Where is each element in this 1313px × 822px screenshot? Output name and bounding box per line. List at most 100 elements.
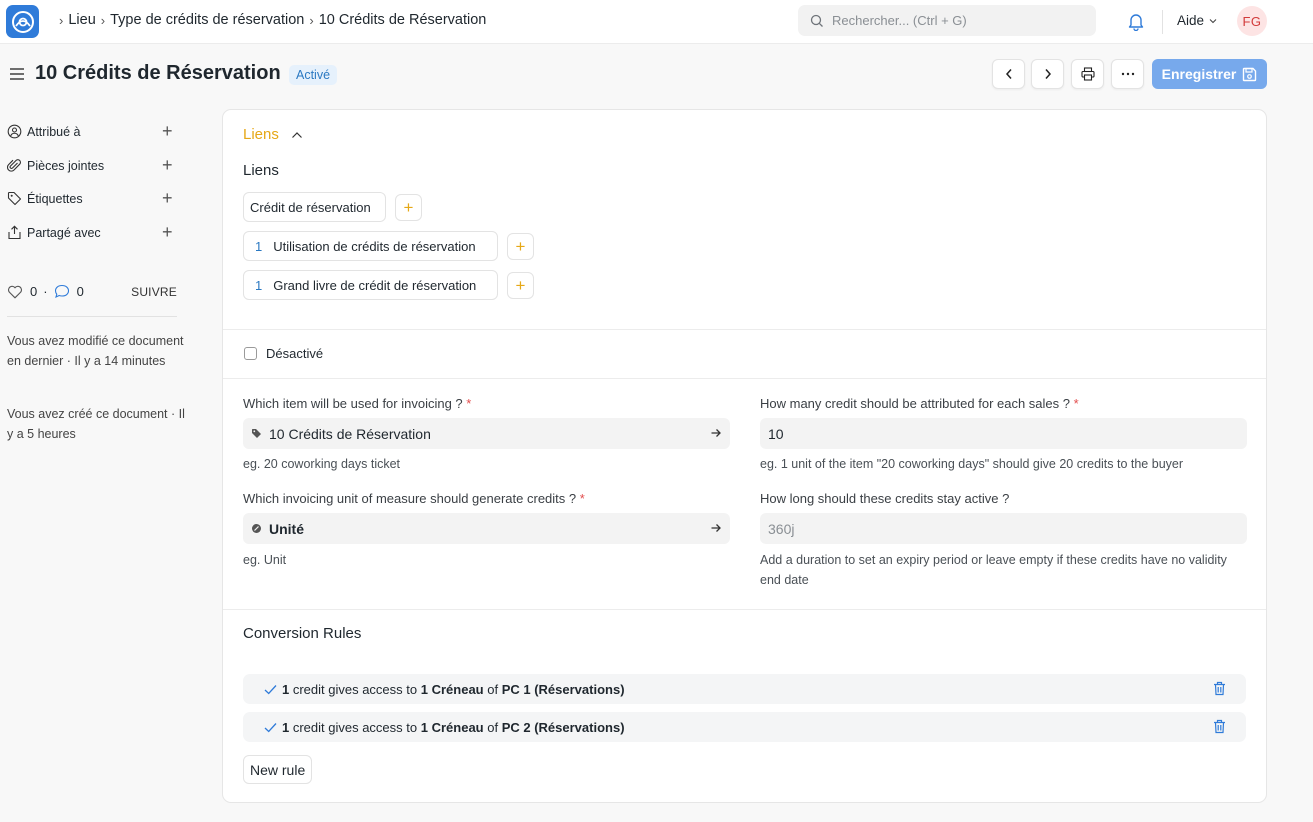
link-label: Utilisation de crédits de réservation xyxy=(273,238,476,254)
chevron-down-icon xyxy=(1209,18,1217,23)
chevron-right-icon: › xyxy=(59,12,64,28)
menu-toggle-icon[interactable] xyxy=(10,67,24,84)
section-divider xyxy=(223,609,1266,610)
created-note: Vous avez créé ce document · Il y a 5 he… xyxy=(7,407,185,441)
add-booking-credit-ledger-button[interactable]: + xyxy=(507,272,534,299)
item-field-help: eg. 20 coworking days ticket xyxy=(243,457,401,471)
chevron-left-icon xyxy=(1005,69,1012,79)
help-dropdown[interactable]: Aide xyxy=(1177,13,1218,28)
search-input[interactable]: Rechercher... (Ctrl + G) xyxy=(798,5,1096,36)
uom-field-label-text: Which invoicing unit of measure should g… xyxy=(243,491,577,506)
item-field-label-text: Which item will be used for invoicing ? xyxy=(243,396,463,411)
plus-icon: + xyxy=(515,236,526,256)
plus-icon[interactable]: + xyxy=(162,122,173,140)
conversion-rule-row[interactable]: 1 credit gives access to 1 Créneau of PC… xyxy=(243,674,1246,704)
duration-input[interactable]: 360j xyxy=(760,513,1247,544)
breadcrumb-item[interactable]: Type de crédits de réservation xyxy=(110,12,304,28)
search-icon xyxy=(810,14,823,27)
check-icon xyxy=(264,722,277,733)
credits-input[interactable]: 10 xyxy=(760,418,1247,449)
uom-field-label: Which invoicing unit of measure should g… xyxy=(243,491,585,506)
bell-icon[interactable] xyxy=(1127,11,1145,34)
duration-field-label: How long should these credits stay activ… xyxy=(760,491,1009,506)
arrow-right-icon[interactable] xyxy=(710,521,722,537)
sidebar-item-attachments[interactable]: Pièces jointes + xyxy=(7,156,177,174)
print-button[interactable] xyxy=(1071,59,1104,89)
avatar[interactable]: FG xyxy=(1237,6,1267,36)
links-section-toggle[interactable]: Liens xyxy=(243,126,303,143)
rule-text: of xyxy=(483,719,502,735)
save-icon xyxy=(1243,67,1257,81)
trash-icon[interactable] xyxy=(1213,681,1226,699)
plus-icon[interactable]: + xyxy=(162,223,173,241)
required-mark: * xyxy=(579,491,585,506)
printer-icon xyxy=(1080,67,1095,81)
plus-icon[interactable]: + xyxy=(162,156,173,174)
section-divider xyxy=(223,378,1266,379)
link-count: 1 xyxy=(255,238,263,254)
heart-icon[interactable] xyxy=(7,285,23,299)
tag-icon xyxy=(7,191,22,206)
disabled-checkbox[interactable] xyxy=(244,347,257,360)
search-placeholder: Rechercher... (Ctrl + G) xyxy=(832,13,967,28)
rule-unit: Créneau xyxy=(431,681,484,697)
chevron-right-icon xyxy=(1044,69,1051,79)
follow-button[interactable]: SUIVRE xyxy=(131,285,177,299)
rule-text: credit gives access to xyxy=(289,719,421,735)
last-modified-note: Vous avez modifié ce document en dernier… xyxy=(7,334,184,368)
trash-icon[interactable] xyxy=(1213,719,1226,737)
link-booking-credit[interactable]: Crédit de réservation xyxy=(243,192,386,222)
rule-text: of xyxy=(483,681,502,697)
plus-icon: + xyxy=(515,275,526,295)
credits-input-value: 10 xyxy=(768,425,784,442)
rule-unit-qty: 1 xyxy=(420,719,428,735)
conversion-rules-title: Conversion Rules xyxy=(243,625,362,642)
rule-credit-qty: 1 xyxy=(282,681,290,697)
save-button[interactable]: Enregistrer xyxy=(1152,59,1267,89)
uom-field-help: eg. Unit xyxy=(243,553,287,567)
arrow-right-icon[interactable] xyxy=(710,426,722,442)
rule-credit-qty: 1 xyxy=(282,719,290,735)
plus-icon: + xyxy=(403,197,414,217)
rule-target: PC 2 (Réservations) xyxy=(501,719,625,735)
chevron-right-icon: › xyxy=(100,12,106,28)
uom-link-field[interactable]: Unité xyxy=(243,513,730,544)
plus-icon[interactable]: + xyxy=(162,189,173,207)
next-button[interactable] xyxy=(1031,59,1064,89)
new-rule-button[interactable]: New rule xyxy=(243,755,313,784)
add-booking-credit-button[interactable]: + xyxy=(395,194,422,221)
user-circle-icon xyxy=(7,124,22,139)
item-link-field[interactable]: 10 Crédits de Réservation xyxy=(243,418,730,449)
previous-button[interactable] xyxy=(992,59,1025,89)
link-booking-credit-usage[interactable]: 1 Utilisation de crédits de réservation xyxy=(243,231,498,261)
likes-count: 0 xyxy=(30,284,38,299)
breadcrumb-item[interactable]: Lieu xyxy=(68,12,95,28)
app-logo-icon[interactable] xyxy=(6,5,39,38)
document-stats: 0 · 0 SUIVRE xyxy=(7,284,177,299)
sidebar-item-assigned-to[interactable]: Attribué à + xyxy=(7,122,177,140)
chevron-right-icon: › xyxy=(309,12,314,28)
duration-placeholder: 360j xyxy=(768,520,795,537)
unit-icon xyxy=(251,523,267,534)
more-actions-button[interactable] xyxy=(1111,59,1144,89)
sidebar-item-tags[interactable]: Étiquettes + xyxy=(7,189,177,207)
rule-text: credit gives access to xyxy=(289,681,421,697)
required-mark: * xyxy=(1073,396,1079,411)
link-booking-credit-ledger[interactable]: 1 Grand livre de crédit de réservation xyxy=(243,270,498,300)
credits-field-help: eg. 1 unit of the item "20 coworking day… xyxy=(760,457,1184,471)
disabled-checkbox-label: Désactivé xyxy=(266,346,324,361)
sidebar-item-shared-with[interactable]: Partagé avec + xyxy=(7,223,177,241)
chevron-up-icon xyxy=(291,131,302,138)
comments-count: 0 xyxy=(76,284,84,299)
more-horizontal-icon xyxy=(1121,72,1134,76)
main-form-card: Liens Liens Crédit de réservation + 1 Ut… xyxy=(222,109,1267,803)
add-booking-credit-usage-button[interactable]: + xyxy=(507,233,534,260)
conversion-rule-row[interactable]: 1 credit gives access to 1 Créneau of PC… xyxy=(243,712,1246,742)
comment-icon[interactable] xyxy=(54,284,70,299)
breadcrumb-item[interactable]: 10 Crédits de Réservation xyxy=(319,12,487,28)
sidebar-divider xyxy=(7,316,177,317)
paperclip-icon xyxy=(7,159,21,172)
help-label: Aide xyxy=(1177,13,1205,28)
navbar-divider xyxy=(1162,10,1163,34)
section-heading: Liens xyxy=(243,126,279,143)
